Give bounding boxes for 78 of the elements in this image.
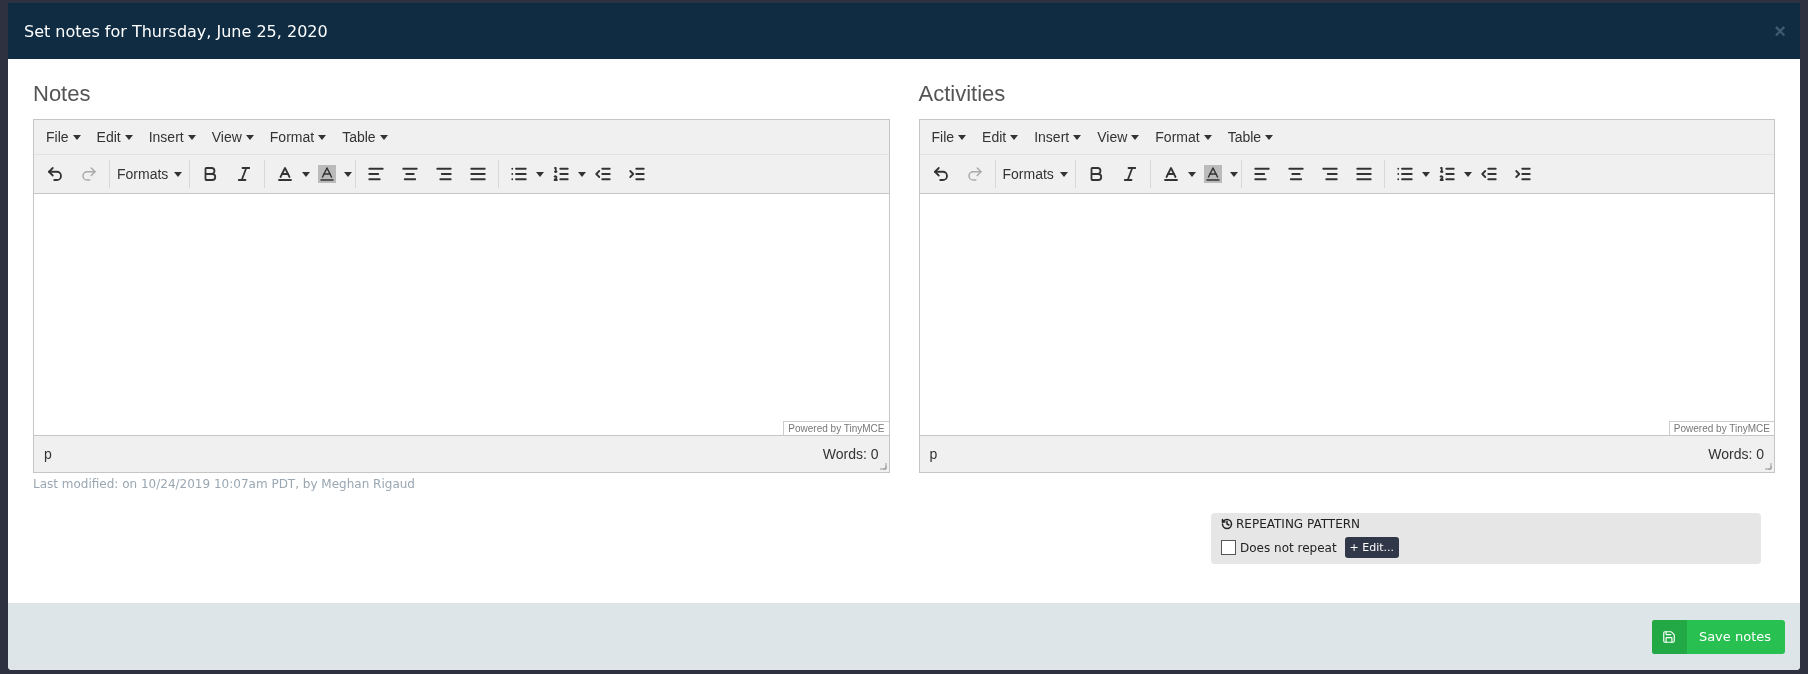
- caret-icon: [578, 171, 587, 177]
- bullet-list-icon: [510, 165, 529, 183]
- caret-icon: [72, 134, 81, 140]
- checkbox-label: Does not repeat: [1240, 540, 1337, 555]
- caret-icon: [1265, 134, 1274, 140]
- text-color-icon: [276, 165, 295, 183]
- numbered-list-icon: [552, 165, 571, 183]
- resize-grip-icon[interactable]: [878, 462, 887, 470]
- numbered-list-icon: [1437, 165, 1456, 183]
- align-center-icon: [401, 165, 420, 183]
- outdent-icon: [1479, 165, 1498, 183]
- indent-icon: [1513, 165, 1532, 183]
- powered-by-label: Powered by TinyMCE: [783, 421, 889, 435]
- align-center-icon: [1286, 165, 1305, 183]
- redo-icon: [80, 165, 98, 183]
- history-icon: [1221, 518, 1233, 530]
- formats-dropdown[interactable]: Formats: [998, 159, 1072, 189]
- caret-icon: [187, 134, 196, 140]
- formats-dropdown[interactable]: Formats: [113, 159, 187, 189]
- indent-icon: [628, 165, 647, 183]
- undo-icon: [46, 165, 64, 183]
- highlight-icon: [1203, 165, 1222, 183]
- caret-icon: [318, 134, 327, 140]
- element-path: p: [929, 446, 938, 462]
- caret-icon: [124, 134, 133, 140]
- redo-icon: [965, 165, 984, 183]
- caret-icon: [1059, 171, 1068, 177]
- caret-icon: [1421, 171, 1430, 177]
- resize-grip-icon[interactable]: [1764, 462, 1772, 470]
- align-right-icon: [1320, 165, 1339, 183]
- align-justify-icon: [469, 165, 488, 183]
- caret-icon: [1203, 134, 1212, 140]
- caret-icon: [379, 134, 388, 140]
- editor-title: Notes: [33, 81, 92, 107]
- caret-icon: [1010, 134, 1019, 140]
- menu-item[interactable]: Insert: [140, 129, 204, 145]
- menu-item[interactable]: Insert: [1026, 129, 1090, 145]
- highlight-icon: [318, 165, 337, 183]
- repeat-checkbox[interactable]: [1221, 540, 1236, 555]
- powered-by-label: Powered by TinyMCE: [1668, 421, 1774, 435]
- caret-icon: [344, 171, 353, 177]
- menu-item[interactable]: Table: [334, 129, 396, 145]
- menu-item[interactable]: View: [203, 129, 262, 145]
- caret-icon: [1463, 171, 1472, 177]
- menu-item[interactable]: Table: [1219, 129, 1282, 145]
- caret-icon: [1073, 134, 1082, 140]
- menu-item[interactable]: Format: [1147, 129, 1220, 145]
- caret-icon: [958, 134, 967, 140]
- align-left-icon: [1252, 165, 1271, 183]
- outdent-icon: [594, 165, 613, 183]
- panel-heading: REPEATING PATTERN: [1236, 517, 1361, 531]
- caret-icon: [1229, 171, 1238, 177]
- caret-icon: [302, 171, 311, 177]
- menu-item[interactable]: Format: [261, 129, 335, 145]
- undo-icon: [931, 165, 950, 183]
- last-modified-text: Last modified: on 10/24/2019 10:07am PDT, by Meghan Rigaud: [33, 477, 416, 491]
- editor-title: Activities: [918, 81, 1007, 107]
- text-color-icon: [1161, 165, 1180, 183]
- menu-item[interactable]: Edit: [88, 129, 141, 145]
- align-right-icon: [435, 165, 454, 183]
- caret-icon: [536, 171, 545, 177]
- caret-icon: [1131, 134, 1140, 140]
- save-icon: [1662, 629, 1677, 644]
- word-count: Words: 0: [1708, 446, 1764, 462]
- menu-item[interactable]: File: [38, 129, 89, 145]
- caret-icon: [174, 171, 183, 177]
- menu-item[interactable]: File: [923, 129, 975, 145]
- menu-item[interactable]: Edit: [974, 129, 1027, 145]
- align-justify-icon: [1354, 165, 1373, 183]
- dialog-title: Set notes for Thursday, June 25, 2020: [24, 21, 328, 41]
- element-path: p: [44, 446, 52, 462]
- align-left-icon: [367, 165, 386, 183]
- menu-item[interactable]: View: [1089, 129, 1148, 145]
- bullet-list-icon: [1395, 165, 1414, 183]
- caret-icon: [1187, 171, 1196, 177]
- caret-icon: [245, 134, 254, 140]
- edit-button[interactable]: + Edit...: [1344, 537, 1400, 558]
- word-count: Words: 0: [822, 446, 879, 462]
